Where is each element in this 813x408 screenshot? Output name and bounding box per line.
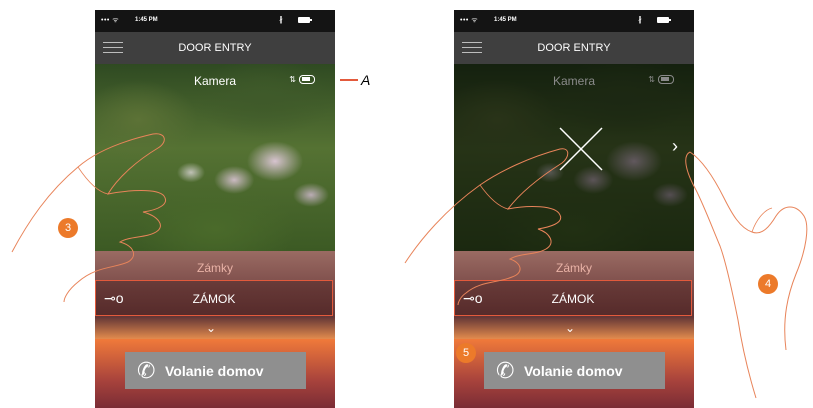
title-bar: DOOR ENTRY [95, 32, 335, 64]
phone-icon: ✆ [496, 358, 515, 383]
app-title: DOOR ENTRY [537, 42, 611, 54]
bluetooth-icon: ∦ [638, 15, 642, 24]
callout-line [340, 79, 358, 81]
camera-status-icons: ⇅ [648, 75, 674, 85]
title-bar: DOOR ENTRY [454, 32, 694, 64]
pointing-hand-illustration-left [11, 133, 166, 302]
audio-arrows-icon: ⇅ [648, 75, 655, 84]
bluetooth-icon: ∦ [279, 15, 283, 24]
swiping-hand-illustration-right [685, 151, 808, 399]
call-home-label: Volanie domov [524, 363, 623, 379]
status-bar: ••• ᯤ 1:45 PM ∦ [95, 10, 335, 32]
app-title: DOOR ENTRY [178, 42, 252, 54]
step-badge-5: 5 [456, 343, 476, 363]
call-home-label: Volanie domov [165, 363, 264, 379]
battery-icon [657, 17, 671, 23]
battery-status-icon [299, 75, 315, 85]
step-badge-4: 4 [758, 274, 778, 294]
signal-wifi-icon: ••• ᯤ [460, 17, 479, 24]
audio-arrows-icon: ⇅ [289, 75, 296, 84]
call-home-button[interactable]: ✆ Volanie domov [125, 352, 306, 389]
chevron-down-icon[interactable]: ⌄ [565, 321, 575, 335]
status-bar: ••• ᯤ 1:45 PM ∦ [454, 10, 694, 32]
call-area: ✆ Volanie domov [95, 339, 335, 408]
battery-status-icon [658, 75, 674, 85]
status-time: 1:45 PM [494, 17, 517, 23]
signal-wifi-icon: ••• ᯤ [101, 17, 120, 24]
pointing-hand-illustration-center [404, 148, 569, 305]
chevron-down-icon[interactable]: ⌄ [206, 321, 216, 335]
camera-status-icons: ⇅ [289, 75, 315, 85]
callout-label-a: A [361, 72, 371, 88]
call-area: ✆ Volanie domov [454, 339, 694, 408]
battery-icon [298, 17, 312, 23]
call-home-button[interactable]: ✆ Volanie domov [484, 352, 665, 389]
phone-icon: ✆ [137, 358, 156, 383]
step-badge-3: 3 [58, 218, 78, 238]
status-time: 1:45 PM [135, 17, 158, 23]
